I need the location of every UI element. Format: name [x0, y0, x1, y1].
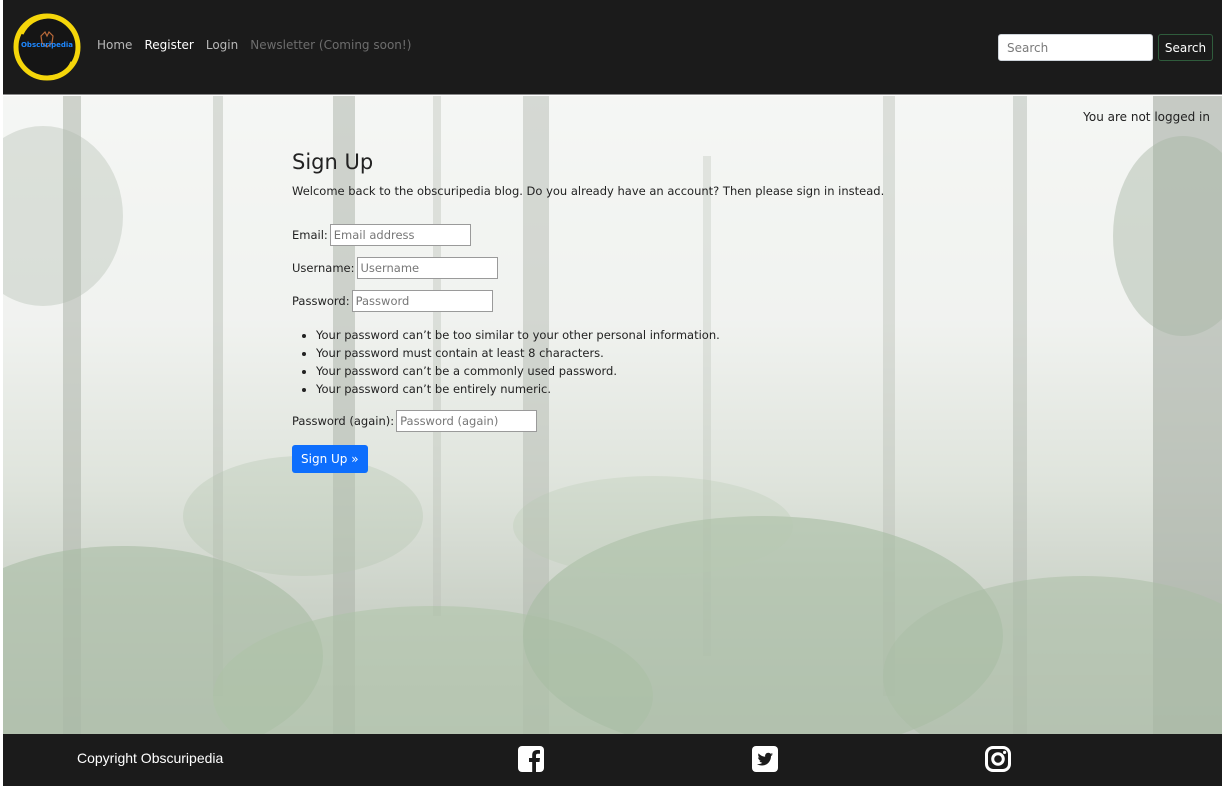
nav-links: Home Register Login Newsletter (Coming s…	[97, 38, 423, 52]
nav-newsletter: Newsletter (Coming soon!)	[250, 38, 412, 52]
signup-button[interactable]: Sign Up »	[292, 445, 368, 473]
twitter-icon[interactable]	[751, 745, 779, 773]
password-again-field[interactable]	[396, 410, 538, 432]
email-field[interactable]	[329, 224, 471, 246]
facebook-icon[interactable]	[517, 745, 545, 773]
password-again-label: Password (again):	[292, 414, 395, 428]
password-row: Password:	[292, 290, 892, 312]
logo-text: Obscuripedia	[20, 41, 73, 49]
search-button[interactable]: Search	[1158, 34, 1213, 61]
password-again-row: Password (again):	[292, 410, 892, 432]
email-label: Email:	[292, 228, 328, 242]
main-content: You are not logged in Sign Up Welcome ba…	[3, 96, 1222, 734]
navbar: Obscuripedia Home Register Login Newslet…	[3, 0, 1222, 95]
list-item: Your password must contain at least 8 ch…	[316, 344, 892, 362]
page-title: Sign Up	[292, 150, 374, 174]
signup-form: Sign Up Welcome back to the obscuripedia…	[292, 150, 892, 473]
username-field[interactable]	[356, 257, 498, 279]
list-item: Your password can’t be a commonly used p…	[316, 362, 892, 380]
instagram-icon[interactable]	[984, 745, 1012, 773]
nav-home[interactable]: Home	[97, 38, 132, 52]
username-row: Username:	[292, 257, 892, 279]
intro-text: Welcome back to the obscuripedia blog. D…	[292, 184, 885, 198]
copyright-text: Copyright Obscuripedia	[77, 750, 224, 766]
username-label: Username:	[292, 261, 355, 275]
footer: Copyright Obscuripedia	[3, 734, 1222, 786]
password-field[interactable]	[351, 290, 493, 312]
list-item: Your password can’t be too similar to yo…	[316, 326, 892, 344]
password-rules-list: Your password can’t be too similar to yo…	[316, 326, 892, 398]
nav-login[interactable]: Login	[206, 38, 238, 52]
nav-register[interactable]: Register	[144, 38, 193, 52]
password-label: Password:	[292, 294, 350, 308]
search-input[interactable]	[998, 34, 1153, 61]
email-row: Email:	[292, 224, 892, 246]
login-status-text: You are not logged in	[1083, 110, 1210, 124]
list-item: Your password can’t be entirely numeric.	[316, 380, 892, 398]
site-logo[interactable]: Obscuripedia	[12, 12, 82, 82]
